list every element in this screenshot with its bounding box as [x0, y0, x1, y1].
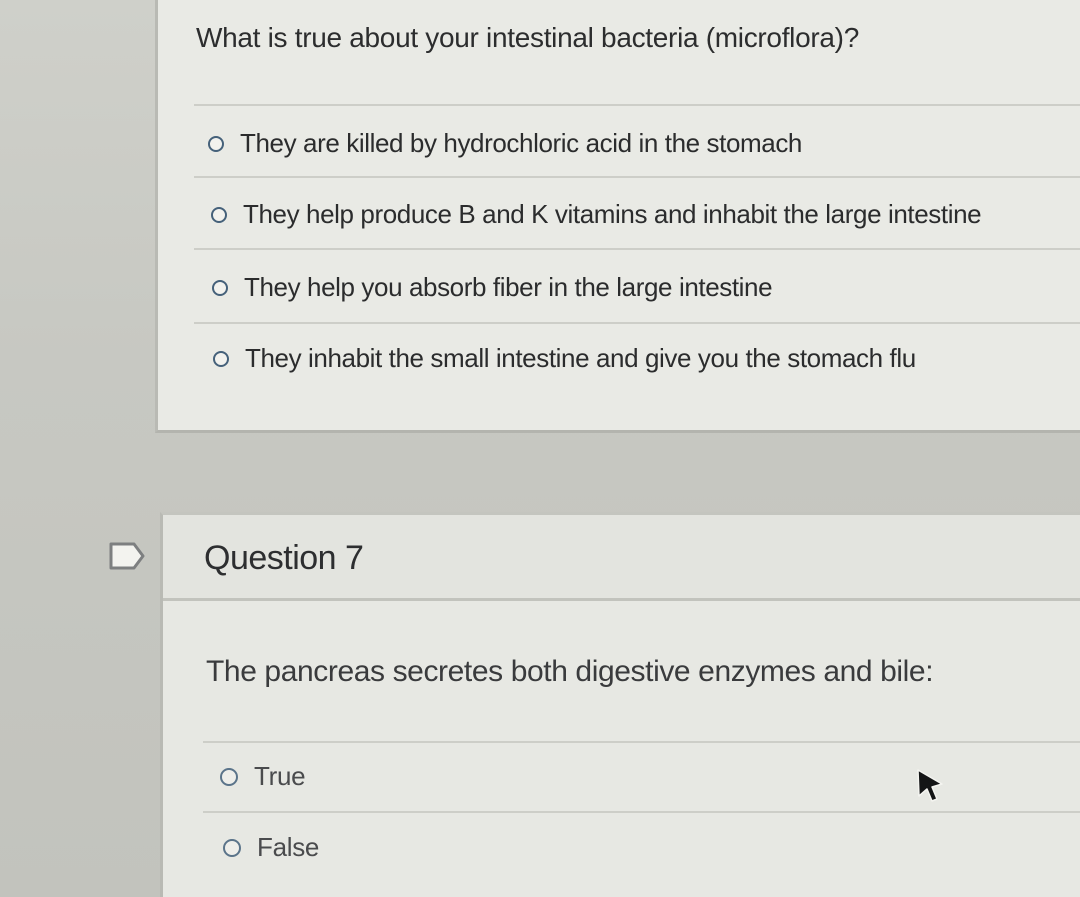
divider — [203, 811, 1080, 813]
radio-button-icon[interactable] — [211, 206, 227, 223]
question-title: Question 7 — [204, 539, 364, 577]
divider — [194, 248, 1080, 250]
answer-option-true[interactable]: True — [220, 761, 306, 792]
answer-option-label: They help you absorb fiber in the large … — [244, 272, 773, 302]
divider — [194, 176, 1080, 178]
radio-button-icon[interactable] — [220, 767, 238, 786]
radio-button-icon[interactable] — [213, 350, 229, 367]
answer-option-label: False — [257, 832, 320, 862]
question-6-card: What is true about your intestinal bacte… — [155, 0, 1080, 433]
question-7-prompt: The pancreas secretes both digestive enz… — [206, 655, 934, 688]
quiz-page: What is true about your intestinal bacte… — [0, 0, 1080, 897]
question-7-card: Question 7 The pancreas secretes both di… — [160, 512, 1080, 897]
answer-option-label: They are killed by hydrochloric acid in … — [240, 128, 802, 158]
flag-outline-icon[interactable] — [108, 541, 146, 571]
question-6-prompt: What is true about your intestinal bacte… — [196, 22, 859, 53]
answer-option-label: They help produce B and K vitamins and i… — [243, 199, 982, 229]
radio-button-icon[interactable] — [223, 838, 241, 857]
divider — [194, 322, 1080, 324]
radio-button-icon[interactable] — [208, 135, 224, 152]
answer-option-false[interactable]: False — [223, 832, 319, 863]
answer-option-4[interactable]: They inhabit the small intestine and giv… — [213, 343, 916, 374]
answer-option-label: True — [254, 761, 306, 791]
question-7-header: Question 7 — [163, 515, 1080, 601]
answer-option-2[interactable]: They help produce B and K vitamins and i… — [211, 199, 982, 230]
radio-button-icon[interactable] — [212, 279, 228, 296]
answer-option-label: They inhabit the small intestine and giv… — [245, 343, 916, 373]
mouse-pointer-icon — [917, 769, 943, 802]
divider — [203, 741, 1080, 743]
divider — [194, 104, 1080, 106]
answer-option-3[interactable]: They help you absorb fiber in the large … — [212, 272, 773, 303]
answer-option-1[interactable]: They are killed by hydrochloric acid in … — [208, 128, 802, 159]
